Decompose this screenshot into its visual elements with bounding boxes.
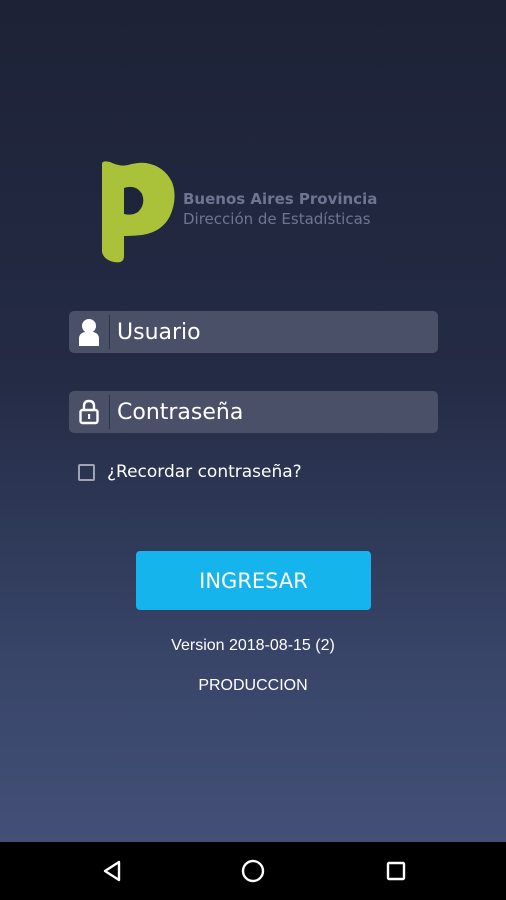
- password-field[interactable]: [69, 391, 438, 433]
- back-triangle-icon: [103, 860, 121, 882]
- username-input[interactable]: [117, 311, 427, 353]
- recents-square-icon: [386, 861, 406, 881]
- logo-subtitle: Dirección de Estadísticas: [183, 210, 371, 228]
- home-circle-icon: [241, 859, 265, 883]
- login-button[interactable]: INGRESAR: [136, 551, 371, 610]
- environment-text: PRODUCCION: [198, 677, 308, 694]
- back-button[interactable]: [82, 842, 142, 900]
- remember-label: ¿Recordar contraseña?: [107, 462, 302, 482]
- home-button[interactable]: [223, 842, 283, 900]
- system-navbar: [0, 842, 506, 900]
- recents-button[interactable]: [366, 842, 426, 900]
- logo-text: Buenos Aires Provincia Dirección de Esta…: [183, 190, 377, 229]
- login-screen: Buenos Aires Provincia Dirección de Esta…: [0, 0, 506, 842]
- username-field[interactable]: [69, 311, 438, 353]
- field-divider: [109, 395, 110, 429]
- user-icon: [69, 311, 109, 353]
- province-logo-icon: [102, 161, 175, 263]
- remember-password[interactable]: ¿Recordar contraseña?: [78, 462, 302, 482]
- password-input[interactable]: [117, 391, 427, 433]
- lock-icon: [69, 391, 109, 433]
- field-divider: [109, 315, 110, 349]
- remember-checkbox[interactable]: [78, 463, 95, 481]
- version-text: Version 2018-08-15 (2): [171, 637, 335, 654]
- logo-title: Buenos Aires Provincia: [183, 190, 378, 208]
